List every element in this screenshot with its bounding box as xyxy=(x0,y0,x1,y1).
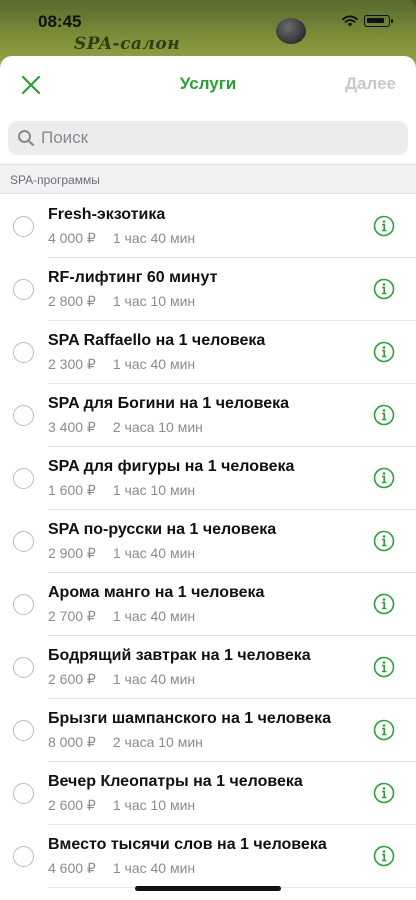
list-item[interactable]: SPA для фигуры на 1 человека 1 600 ₽ 1 ча… xyxy=(0,447,416,510)
service-price: 2 600 ₽ xyxy=(48,797,96,813)
service-duration: 1 час 40 мин xyxy=(112,608,196,624)
list-item[interactable]: RF-лифтинг 60 минут 2 800 ₽ 1 час 10 мин xyxy=(0,258,416,321)
info-icon[interactable] xyxy=(373,404,395,426)
info-icon[interactable] xyxy=(373,467,395,489)
service-price: 2 700 ₽ xyxy=(48,608,96,624)
service-duration: 1 час 40 мин xyxy=(112,230,196,246)
service-meta: 1 600 ₽ 1 час 10 мин xyxy=(48,482,195,499)
list-item[interactable]: Брызги шампанского на 1 человека 8 000 ₽… xyxy=(0,699,416,762)
service-duration: 1 час 10 мин xyxy=(112,797,196,813)
info-icon[interactable] xyxy=(373,215,395,237)
info-icon[interactable] xyxy=(373,782,395,804)
info-icon[interactable] xyxy=(373,341,395,363)
info-icon[interactable] xyxy=(373,656,395,678)
service-name: Вместо тысячи слов на 1 человека xyxy=(48,836,327,853)
service-duration: 1 час 40 мин xyxy=(112,860,196,876)
search-input[interactable] xyxy=(41,128,381,148)
service-meta: 2 800 ₽ 1 час 10 мин xyxy=(48,293,195,310)
service-price: 1 600 ₽ xyxy=(48,482,96,498)
status-icons xyxy=(342,15,393,27)
select-radio[interactable] xyxy=(13,279,34,300)
service-duration: 1 час 10 мин xyxy=(112,482,196,498)
service-duration: 2 часа 10 мин xyxy=(112,419,203,435)
service-meta: 2 300 ₽ 1 час 40 мин xyxy=(48,356,195,373)
service-name: SPA Raffaello на 1 человека xyxy=(48,332,266,349)
list-item[interactable]: Арома манго на 1 человека 2 700 ₽ 1 час 4… xyxy=(0,573,416,636)
service-price: 8 000 ₽ xyxy=(48,734,96,750)
list-item[interactable]: SPA по-русски на 1 человека 2 900 ₽ 1 час… xyxy=(0,510,416,573)
services-sheet: Услуги Далее SPA-программы Fresh-экзотик… xyxy=(0,56,416,900)
service-price: 4 000 ₽ xyxy=(48,230,96,246)
service-price: 4 600 ₽ xyxy=(48,860,96,876)
service-meta: 2 600 ₽ 1 час 10 мин xyxy=(48,797,195,814)
info-icon[interactable] xyxy=(373,278,395,300)
service-duration: 1 час 10 мин xyxy=(112,293,196,309)
service-name: RF-лифтинг 60 минут xyxy=(48,269,218,286)
service-name: Арома манго на 1 человека xyxy=(48,584,265,601)
service-name: Fresh-экзотика xyxy=(48,206,166,223)
select-radio[interactable] xyxy=(13,657,34,678)
service-meta: 2 700 ₽ 1 час 40 мин xyxy=(48,608,195,625)
service-meta: 4 600 ₽ 1 час 40 мин xyxy=(48,860,195,877)
nav-bar: Услуги Далее xyxy=(0,56,416,112)
select-radio[interactable] xyxy=(13,846,34,867)
service-price: 2 600 ₽ xyxy=(48,671,96,687)
info-icon[interactable] xyxy=(373,530,395,552)
service-meta: 4 000 ₽ 1 час 40 мин xyxy=(48,230,195,247)
wifi-icon xyxy=(342,15,358,27)
info-icon[interactable] xyxy=(373,845,395,867)
select-radio[interactable] xyxy=(13,531,34,552)
select-radio[interactable] xyxy=(13,405,34,426)
services-list: Fresh-экзотика 4 000 ₽ 1 час 40 мин RF-ли… xyxy=(0,195,416,888)
select-radio[interactable] xyxy=(13,342,34,363)
select-radio[interactable] xyxy=(13,594,34,615)
list-item[interactable]: Вместо тысячи слов на 1 человека 4 600 ₽… xyxy=(0,825,416,888)
service-name: Брызги шампанского на 1 человека xyxy=(48,710,331,727)
list-item[interactable]: Fresh-экзотика 4 000 ₽ 1 час 40 мин xyxy=(0,195,416,258)
info-icon[interactable] xyxy=(373,719,395,741)
home-indicator[interactable] xyxy=(135,886,281,891)
service-name: SPA для Богини на 1 человека xyxy=(48,395,290,412)
service-meta: 2 600 ₽ 1 час 40 мин xyxy=(48,671,195,688)
service-name: Вечер Клеопатры на 1 человека xyxy=(48,773,303,790)
spa-stone-decoration xyxy=(276,18,306,44)
service-meta: 8 000 ₽ 2 часа 10 мин xyxy=(48,734,203,751)
search-icon xyxy=(18,130,35,147)
list-item[interactable]: Бодрящий завтрак на 1 человека 2 600 ₽ 1 … xyxy=(0,636,416,699)
service-duration: 1 час 40 мин xyxy=(112,671,196,687)
service-price: 3 400 ₽ xyxy=(48,419,96,435)
list-item[interactable]: Вечер Клеопатры на 1 человека 2 600 ₽ 1 ч… xyxy=(0,762,416,825)
select-radio[interactable] xyxy=(13,468,34,489)
service-name: SPA по-русски на 1 человека xyxy=(48,521,277,538)
section-title: SPA-программы xyxy=(10,173,100,187)
service-price: 2 900 ₽ xyxy=(48,545,96,561)
service-duration: 2 часа 10 мин xyxy=(112,734,203,750)
select-radio[interactable] xyxy=(13,216,34,237)
info-icon[interactable] xyxy=(373,593,395,615)
service-duration: 1 час 40 мин xyxy=(112,356,196,372)
list-item[interactable]: SPA для Богини на 1 человека 3 400 ₽ 2 ча… xyxy=(0,384,416,447)
search-bar[interactable] xyxy=(8,121,408,155)
service-price: 2 800 ₽ xyxy=(48,293,96,309)
brand-title: SPA-салон xyxy=(74,34,181,54)
section-header: SPA-программы xyxy=(0,164,416,194)
battery-icon xyxy=(364,15,393,27)
select-radio[interactable] xyxy=(13,720,34,741)
status-time: 08:45 xyxy=(38,12,82,31)
service-name: SPA для фигуры на 1 человека xyxy=(48,458,295,475)
select-radio[interactable] xyxy=(13,783,34,804)
service-meta: 3 400 ₽ 2 часа 10 мин xyxy=(48,419,203,436)
service-price: 2 300 ₽ xyxy=(48,356,96,372)
service-duration: 1 час 40 мин xyxy=(112,545,196,561)
next-button[interactable]: Далее xyxy=(345,74,396,94)
list-item[interactable]: SPA Raffaello на 1 человека 2 300 ₽ 1 час… xyxy=(0,321,416,384)
service-name: Бодрящий завтрак на 1 человека xyxy=(48,647,311,664)
service-meta: 2 900 ₽ 1 час 40 мин xyxy=(48,545,195,562)
